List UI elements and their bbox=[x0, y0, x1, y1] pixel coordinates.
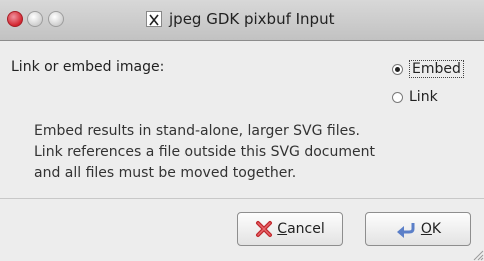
red-x-icon bbox=[256, 221, 273, 237]
back-arrow-icon bbox=[396, 223, 415, 238]
radio-link-indicator[interactable] bbox=[392, 91, 403, 103]
radio-link-label[interactable]: Link bbox=[409, 89, 438, 105]
window-maximize-button[interactable] bbox=[48, 11, 64, 27]
description-line: Embed results in stand-alone, larger SVG… bbox=[34, 123, 360, 139]
cancel-label: Cancel bbox=[277, 221, 325, 237]
title-bar: jpeg GDK pixbuf Input bbox=[0, 0, 484, 41]
window-minimize-button[interactable] bbox=[27, 11, 43, 27]
radio-embed-label[interactable]: Embed bbox=[409, 60, 464, 78]
link-or-embed-prompt: Link or embed image: bbox=[11, 59, 165, 75]
radio-embed-indicator[interactable] bbox=[392, 63, 403, 75]
radio-embed[interactable]: Embed bbox=[392, 60, 464, 78]
ok-label: OK bbox=[420, 221, 442, 237]
x11-app-icon bbox=[146, 11, 162, 27]
separator bbox=[0, 198, 484, 199]
radio-link[interactable]: Link bbox=[392, 89, 438, 105]
cancel-button[interactable]: Cancel bbox=[237, 212, 343, 246]
window-close-button[interactable] bbox=[7, 11, 23, 27]
description-line: Link references a file outside this SVG … bbox=[34, 144, 375, 160]
window-title: jpeg GDK pixbuf Input bbox=[169, 10, 335, 28]
description-line: and all files must be moved together. bbox=[34, 165, 297, 181]
description-text: Embed results in stand-alone, larger SVG… bbox=[34, 121, 375, 184]
ok-button[interactable]: OK bbox=[365, 212, 471, 246]
resize-grip[interactable] bbox=[470, 247, 484, 261]
